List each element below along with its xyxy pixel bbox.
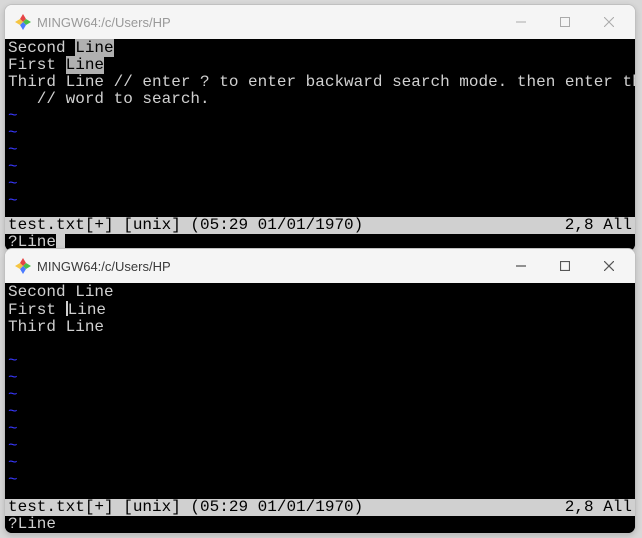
- empty-line-tilde: ~: [8, 421, 632, 438]
- empty-line-tilde: ~: [8, 472, 632, 489]
- titlebar[interactable]: MINGW64:/c/Users/HP: [5, 5, 635, 39]
- status-file-info: test.txt[+] [unix] (05:29 01/01/1970): [8, 499, 363, 516]
- empty-line-tilde: ~: [8, 438, 632, 455]
- close-button[interactable]: [587, 7, 631, 37]
- terminal-body[interactable]: Second Line First Line Third Line // ent…: [5, 39, 635, 251]
- terminal-window-2: MINGW64:/c/Users/HP Second Line First Li…: [4, 248, 636, 534]
- text-line: // word to search.: [8, 91, 632, 108]
- search-match-current: Line: [66, 56, 104, 74]
- text-line: Third Line // enter ? to enter backward …: [8, 74, 632, 91]
- terminal-body[interactable]: Second Line First Line Third Line ~ ~ ~ …: [5, 283, 635, 533]
- minimize-button[interactable]: [499, 251, 543, 281]
- window-title: MINGW64:/c/Users/HP: [37, 259, 171, 274]
- search-match: Line: [75, 39, 113, 57]
- text-line: Third Line: [8, 319, 632, 336]
- status-line: test.txt[+] [unix] (05:29 01/01/1970) 2,…: [5, 499, 635, 516]
- app-icon: [15, 14, 31, 30]
- text-line: First Line: [8, 301, 632, 319]
- empty-line-tilde: ~: [8, 108, 632, 125]
- close-button[interactable]: [587, 251, 631, 281]
- empty-line-tilde: ~: [8, 142, 632, 159]
- empty-line-tilde: ~: [8, 193, 632, 210]
- command-line[interactable]: ?Line: [5, 516, 635, 533]
- app-icon: [15, 258, 31, 274]
- text-line: Second Line: [8, 40, 632, 57]
- empty-line-tilde: ~: [8, 455, 632, 472]
- empty-line-tilde: ~: [8, 370, 632, 387]
- editor-content[interactable]: Second Line First Line Third Line // ent…: [5, 39, 635, 217]
- text-line: Second Line: [8, 284, 632, 301]
- status-file-info: test.txt[+] [unix] (05:29 01/01/1970): [8, 217, 363, 234]
- search-command: ?Line: [8, 515, 56, 533]
- empty-line-tilde: ~: [8, 404, 632, 421]
- empty-line-tilde: ~: [8, 387, 632, 404]
- empty-line-tilde: ~: [8, 353, 632, 370]
- maximize-button[interactable]: [543, 251, 587, 281]
- maximize-button[interactable]: [543, 7, 587, 37]
- text-line: First Line: [8, 57, 632, 74]
- window-title: MINGW64:/c/Users/HP: [37, 15, 171, 30]
- empty-line-tilde: ~: [8, 159, 632, 176]
- status-cursor-pos: 2,8 All: [565, 217, 632, 234]
- titlebar[interactable]: MINGW64:/c/Users/HP: [5, 249, 635, 283]
- editor-content[interactable]: Second Line First Line Third Line ~ ~ ~ …: [5, 283, 635, 499]
- empty-line-tilde: ~: [8, 125, 632, 142]
- status-cursor-pos: 2,8 All: [565, 499, 632, 516]
- empty-line-tilde: ~: [8, 176, 632, 193]
- status-line: test.txt[+] [unix] (05:29 01/01/1970) 2,…: [5, 217, 635, 234]
- minimize-button[interactable]: [499, 7, 543, 37]
- terminal-window-1: MINGW64:/c/Users/HP Second Line First Li…: [4, 4, 636, 252]
